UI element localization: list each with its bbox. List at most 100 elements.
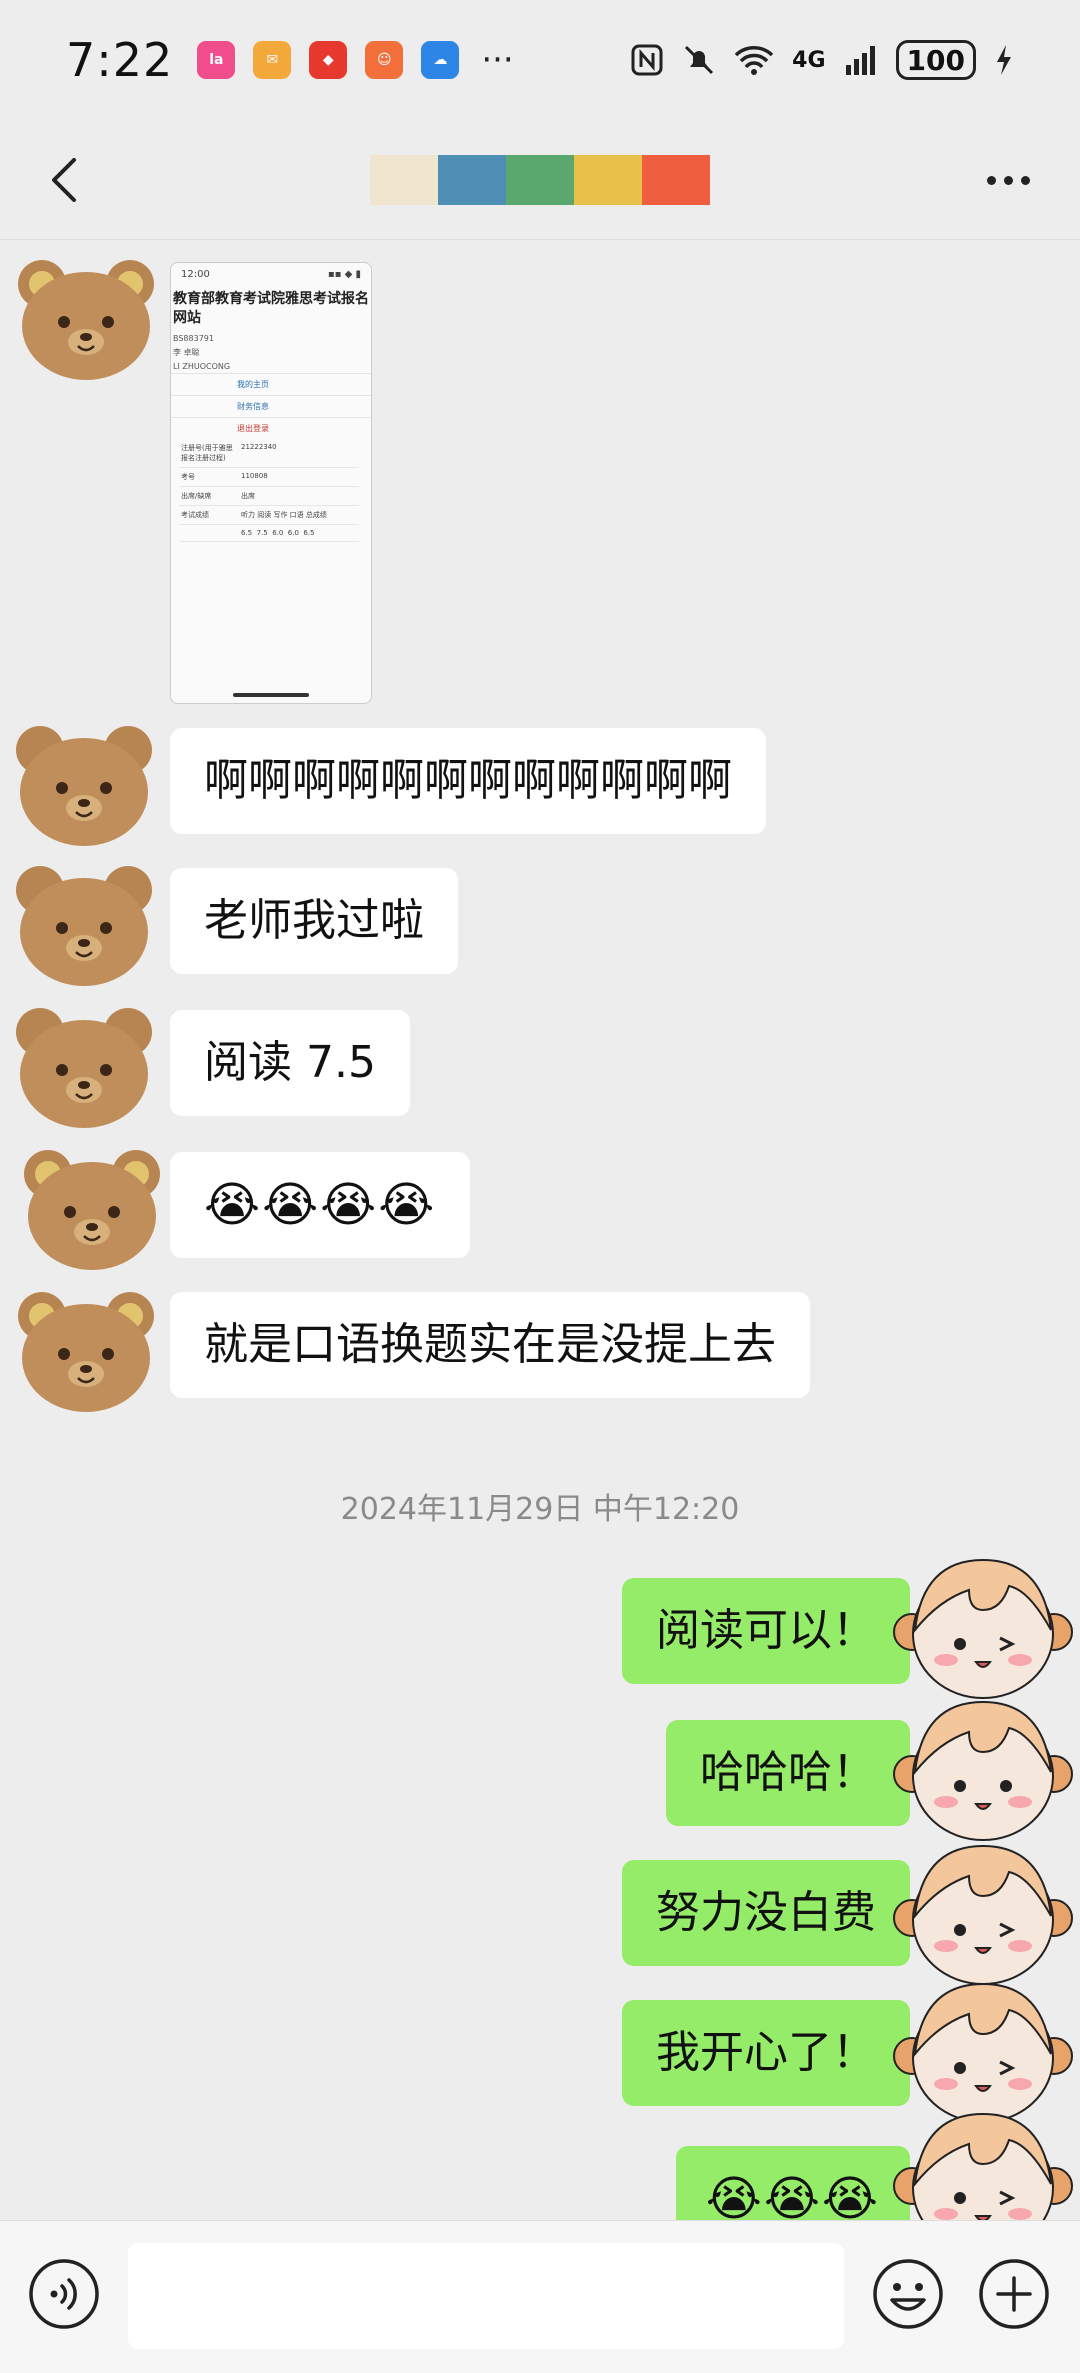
mini-score-table: 注册号(用于雅思报名注册过程) 21222340 考号 110808 出席/缺席 出席… [179,438,359,542]
table-cell: 听力 阅读 写作 口语 总成绩 [239,505,359,525]
table-row: 考号 110808 [179,467,359,487]
smiley-icon [873,2259,943,2329]
message-bubble[interactable]: 我开心了！ [622,2000,910,2106]
mini-page-title: 教育部教育考试院雅思考试报名网站 [173,291,369,326]
bear-avatar-icon[interactable] [12,1286,160,1416]
message-bubble[interactable]: 啊啊啊啊啊啊啊啊啊啊啊啊 [170,728,766,834]
mini-status-bar: 12:00 ▪▪ ◆ ▮ [171,263,371,286]
mute-bell-icon [685,45,714,75]
table-cell: 出席/缺席 [179,486,239,506]
message-input[interactable] [128,2243,844,2349]
emoji-button[interactable] [872,2258,944,2330]
table-cell: 6.5 7.5 6.0 6.0 6.5 [239,524,359,542]
input-bar [0,2220,1080,2373]
message-bubble[interactable]: 老师我过啦 [170,868,458,974]
bear-avatar-icon[interactable] [12,254,160,384]
table-cell: 出席 [239,486,359,506]
status-right: 4G 100 [630,40,1014,80]
score: 7.5 [256,528,268,537]
score: 6.0 [287,528,299,537]
mini-link: 财务信息 [171,394,371,417]
app-store-icon: ☺ [365,41,404,79]
mosaic-block [438,154,506,205]
girl-avatar-icon[interactable] [888,1552,1078,1702]
bird-app-icon: ✉ [253,41,292,79]
image-message[interactable]: 12:00 ▪▪ ◆ ▮ 教育部教育考试院雅思考试报名网站 BS883791 李… [170,262,372,704]
table-row: 考试成绩 听力 阅读 写作 口语 总成绩 [179,505,359,525]
mini-link: 退出登录 [171,416,371,439]
chat-messages[interactable]: 12:00 ▪▪ ◆ ▮ 教育部教育考试院雅思考试报名网站 BS883791 李… [0,240,1080,2220]
message-bubble[interactable]: 阅读 7.5 [170,1010,410,1116]
table-row: 出席/缺席 出席 [179,486,359,506]
network-type: 4G [792,47,826,73]
dot [1020,175,1030,185]
message-bubble[interactable]: 哈哈哈！ [666,1720,910,1826]
back-button[interactable] [36,150,96,210]
message-row-received: 老师我过啦 [0,860,1080,1000]
battery-indicator: 100 [895,40,976,80]
bear-avatar-icon[interactable] [18,1144,166,1274]
mini-status-icons: ▪▪ ◆ ▮ [327,269,361,280]
mosaic-block [370,154,438,205]
dot [1003,175,1013,185]
bear-avatar-icon[interactable] [10,1002,158,1132]
message-bubble[interactable]: 努力没白费 [622,1860,910,1966]
mini-line: BS883791 [173,333,214,343]
mini-line: LI ZHUOCONG [173,361,231,371]
girl-avatar-icon[interactable] [888,2106,1078,2220]
chevron-left-icon [52,158,76,202]
plus-icon [979,2259,1049,2329]
bear-avatar-icon[interactable] [10,720,158,850]
score: 6.0 [272,528,284,537]
mini-status-time: 12:00 [181,269,210,280]
girl-avatar-icon[interactable] [888,1694,1078,1844]
message-bubble[interactable]: 阅读可以！ [622,1578,910,1684]
huawei-store-icon: ◆ [309,41,348,79]
table-cell: 注册号(用于雅思报名注册过程) [179,438,239,468]
message-bubble[interactable]: 就是口语换题实在是没提上去 [170,1292,810,1398]
message-row-received: 😭😭😭😭 [0,1144,1080,1284]
table-row: 注册号(用于雅思报名注册过程) 21222340 [179,438,359,468]
message-row-sent: 😭😭😭 [0,2112,1080,2220]
contact-name-mosaic [370,154,710,205]
nfc-icon [631,44,663,76]
bear-avatar-icon[interactable] [10,860,158,990]
dot [986,175,996,185]
message-timestamp: 2024年11月29日 中午12:20 [340,1492,740,1527]
voice-icon [29,2259,99,2329]
table-cell: 110808 [239,467,359,487]
mosaic-block [574,154,642,205]
mosaic-block [642,154,710,205]
voice-button[interactable] [28,2258,100,2330]
signal-icon [845,46,875,75]
message-row-received: 就是口语换题实在是没提上去 [0,1286,1080,1426]
table-cell: 21222340 [239,438,359,468]
message-row-received: 啊啊啊啊啊啊啊啊啊啊啊啊 [0,720,1080,860]
message-bubble[interactable]: 😭😭😭 [675,2146,910,2220]
mini-home-bar [233,693,309,697]
girl-avatar-icon[interactable] [888,1838,1078,1988]
more-options-button[interactable] [972,150,1044,210]
charging-icon [997,45,1011,75]
overflow-dots: ··· [481,40,514,80]
mosaic-block [506,154,574,205]
table-cell: 考号 [179,467,239,487]
message-row-image: 12:00 ▪▪ ◆ ▮ 教育部教育考试院雅思考试报名网站 BS883791 李… [0,240,1080,720]
mini-link: 我的主页 [171,372,371,395]
table-cell: 考试成绩 [179,505,239,525]
notification-icons: la ✉ ◆ ☺ ☁ ··· [197,40,514,80]
status-time: 7:22 [66,33,174,87]
message-row-sent: 哈哈哈！ [0,1700,1080,1856]
mini-line: 李 卓聪 [173,347,200,357]
chat-header [0,120,1080,240]
lala-icon: la [197,41,236,79]
table-row: 6.5 7.5 6.0 6.0 6.5 [179,524,359,542]
score: 6.5 [241,528,253,537]
score: 6.5 [303,528,315,537]
table-cell [179,524,239,542]
girl-avatar-icon[interactable] [888,1976,1078,2126]
wifi-icon [734,46,774,75]
weather-icon: ☁ [421,41,460,79]
message-bubble[interactable]: 😭😭😭😭 [170,1152,471,1258]
more-actions-button[interactable] [978,2258,1050,2330]
